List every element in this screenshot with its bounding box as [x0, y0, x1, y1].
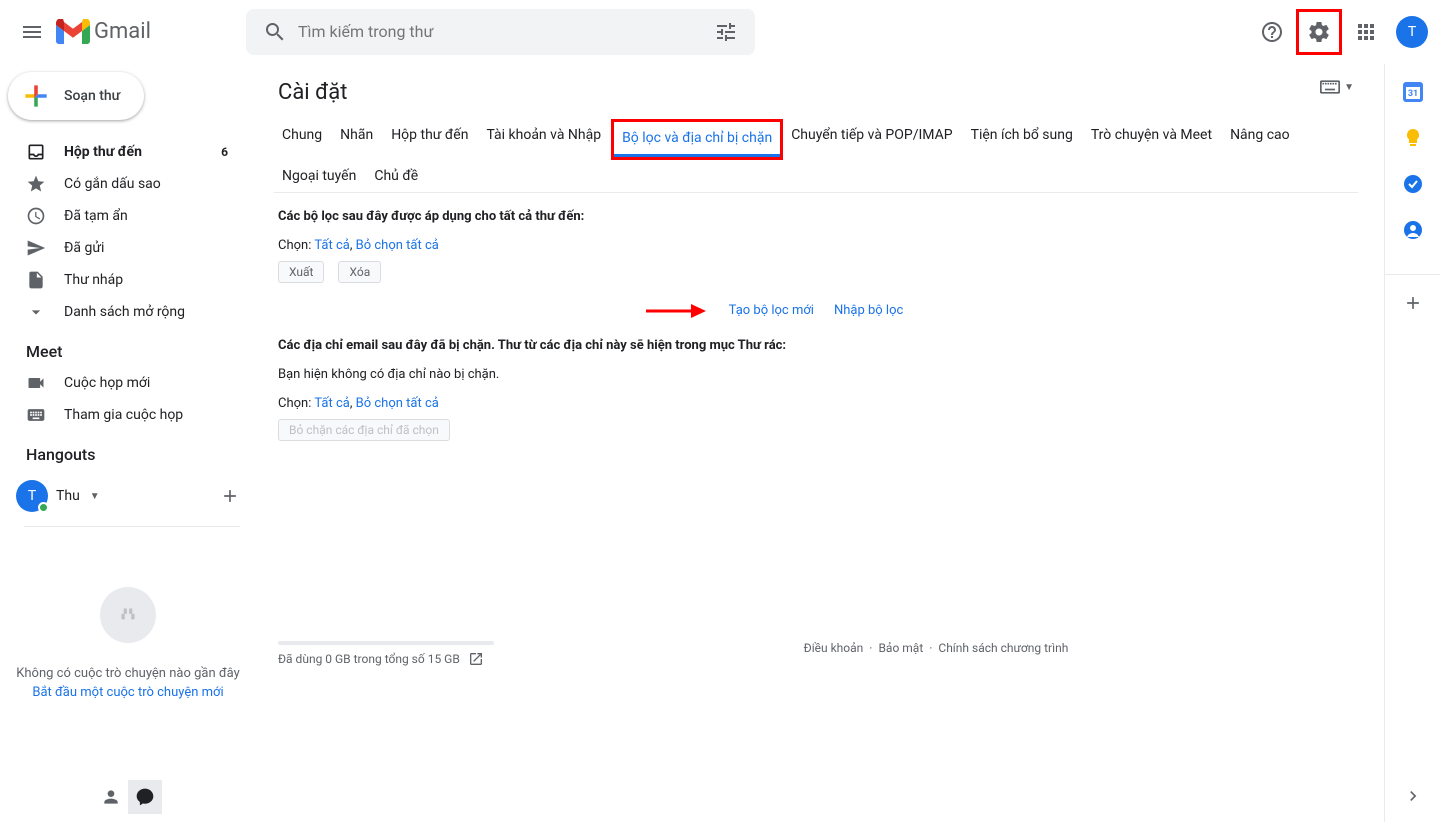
tab-forwarding[interactable]: Chuyển tiếp và POP/IMAP [783, 119, 960, 160]
tab-filters-highlight: Bộ lọc và địa chỉ bị chặn [611, 119, 783, 160]
videocam-icon [26, 373, 46, 393]
blocked-header-text: Các địa chỉ email sau đây đã bị chặn. Th… [278, 338, 1354, 353]
hangouts-bubble-icon [100, 587, 156, 643]
policies-link[interactable]: Chính sách chương trình [938, 641, 1068, 655]
nav-more[interactable]: Danh sách mở rộng [0, 296, 240, 328]
import-filter-link[interactable]: Nhập bộ lọc [834, 303, 903, 318]
delete-button[interactable]: Xóa [338, 261, 381, 283]
tasks-app-icon[interactable] [1403, 174, 1423, 194]
create-filter-link[interactable]: Tạo bộ lọc mới [729, 303, 814, 318]
clock-icon [26, 206, 46, 226]
compose-label: Soạn thư [64, 88, 120, 104]
account-avatar[interactable]: T [1396, 16, 1428, 48]
hangouts-header: Hangouts [0, 431, 256, 470]
select-all-link[interactable]: Tất cả [314, 238, 349, 253]
addons-plus-icon[interactable] [1385, 274, 1440, 313]
logo-area: Gmail [56, 19, 246, 45]
hangouts-area: T Thu ▼ [0, 472, 256, 520]
tab-offline[interactable]: Ngoại tuyến [274, 160, 364, 192]
tab-themes[interactable]: Chủ đề [366, 160, 426, 192]
meet-header: Meet [0, 328, 256, 367]
keyboard-small-icon [1320, 80, 1340, 94]
search-bar [246, 9, 755, 55]
nav-drafts[interactable]: Thư nháp [0, 264, 240, 296]
search-options-icon[interactable] [703, 9, 749, 55]
tab-filters[interactable]: Bộ lọc và địa chỉ bị chặn [614, 122, 780, 157]
settings-button-highlight [1296, 9, 1342, 55]
nav-starred[interactable]: Có gắn dấu sao [0, 168, 240, 200]
deselect-all-blocked-link[interactable]: Bỏ chọn tất cả [356, 396, 439, 411]
open-external-icon[interactable] [468, 651, 484, 667]
main-menu-button[interactable] [8, 8, 56, 56]
collapse-panel-icon[interactable] [1403, 786, 1423, 822]
sidebar: Soạn thư Hộp thư đến 6 Có gắn dấu sao Đã… [0, 64, 256, 822]
export-button[interactable]: Xuất [278, 261, 324, 283]
header: Gmail T [0, 0, 1440, 64]
annotation-arrow [646, 301, 706, 321]
search-icon[interactable] [252, 9, 298, 55]
nav-sent[interactable]: Đã gửi [0, 232, 240, 264]
nav-inbox[interactable]: Hộp thư đến 6 [0, 136, 240, 168]
hangouts-start-link[interactable]: Bắt đầu một cuộc trò chuyện mới [16, 685, 240, 700]
star-icon [26, 174, 46, 194]
meet-new[interactable]: Cuộc họp mới [0, 367, 240, 399]
hangouts-user[interactable]: T Thu ▼ [16, 480, 100, 512]
unblock-button[interactable]: Bỏ chặn các địa chỉ đã chọn [278, 419, 450, 441]
caret-down-icon: ▼ [1344, 82, 1354, 93]
contacts-app-icon[interactable] [1403, 220, 1423, 240]
right-panel: 31 [1384, 64, 1440, 822]
support-icon[interactable] [1252, 12, 1292, 52]
footer-hangouts-icon[interactable] [128, 780, 162, 814]
tab-chat[interactable]: Trò chuyện và Meet [1083, 119, 1220, 160]
keyboard-icon [26, 405, 46, 425]
input-tools-selector[interactable]: ▼ [1320, 80, 1354, 94]
deselect-all-link[interactable]: Bỏ chọn tất cả [356, 238, 439, 253]
meet-join[interactable]: Tham gia cuộc họp [0, 399, 240, 431]
hangouts-empty: Không có cuộc trò chuyện nào gần đây Bắt… [0, 527, 256, 710]
hangouts-new-icon[interactable] [220, 486, 240, 506]
draft-icon [26, 270, 46, 290]
privacy-link[interactable]: Bảo mật [878, 641, 923, 655]
storage-text: Đã dùng 0 GB trong tổng số 15 GB [278, 652, 460, 666]
footer-links: Điều khoản · Bảo mật · Chính sách chương… [804, 641, 1069, 655]
select-all-blocked-link[interactable]: Tất cả [314, 396, 349, 411]
tab-advanced[interactable]: Nâng cao [1222, 119, 1298, 160]
product-name: Gmail [94, 19, 151, 44]
settings-icon[interactable] [1301, 14, 1337, 50]
keep-app-icon[interactable] [1403, 128, 1423, 148]
footer-contacts-icon[interactable] [94, 780, 128, 814]
caret-down-icon: ▼ [90, 491, 100, 502]
calendar-app-icon[interactable]: 31 [1403, 82, 1423, 102]
tab-inbox[interactable]: Hộp thư đến [383, 119, 476, 160]
settings-title: Cài đặt [274, 80, 1358, 105]
settings-tabs: Chung Nhãn Hộp thư đến Tài khoản và Nhập… [274, 115, 1358, 193]
presence-dot [38, 502, 49, 513]
header-right: T [1252, 9, 1432, 55]
tab-accounts[interactable]: Tài khoản và Nhập [478, 119, 609, 160]
svg-text:31: 31 [1407, 89, 1417, 99]
main-content: ▼ Cài đặt Chung Nhãn Hộp thư đến Tài kho… [256, 64, 1384, 822]
tab-addons[interactable]: Tiện ích bổ sung [963, 119, 1081, 160]
compose-button[interactable]: Soạn thư [8, 72, 144, 120]
compose-plus-icon [20, 80, 52, 112]
send-icon [26, 238, 46, 258]
no-blocked-text: Bạn hiện không có địa chỉ nào bị chặn. [278, 367, 1354, 382]
apps-icon[interactable] [1346, 12, 1386, 52]
sidebar-footer [0, 772, 256, 822]
tab-general[interactable]: Chung [274, 119, 330, 160]
chevron-down-icon [26, 302, 46, 322]
tab-labels[interactable]: Nhãn [332, 119, 381, 160]
inbox-icon [26, 142, 46, 162]
storage-bar [278, 641, 494, 645]
gmail-logo-icon[interactable] [56, 19, 90, 45]
hangouts-avatar: T [16, 480, 48, 512]
nav-snoozed[interactable]: Đã tạm ẩn [0, 200, 240, 232]
filters-applied-text: Các bộ lọc sau đây được áp dụng cho tất … [278, 209, 1354, 224]
search-input[interactable] [298, 22, 703, 41]
terms-link[interactable]: Điều khoản [804, 641, 864, 655]
